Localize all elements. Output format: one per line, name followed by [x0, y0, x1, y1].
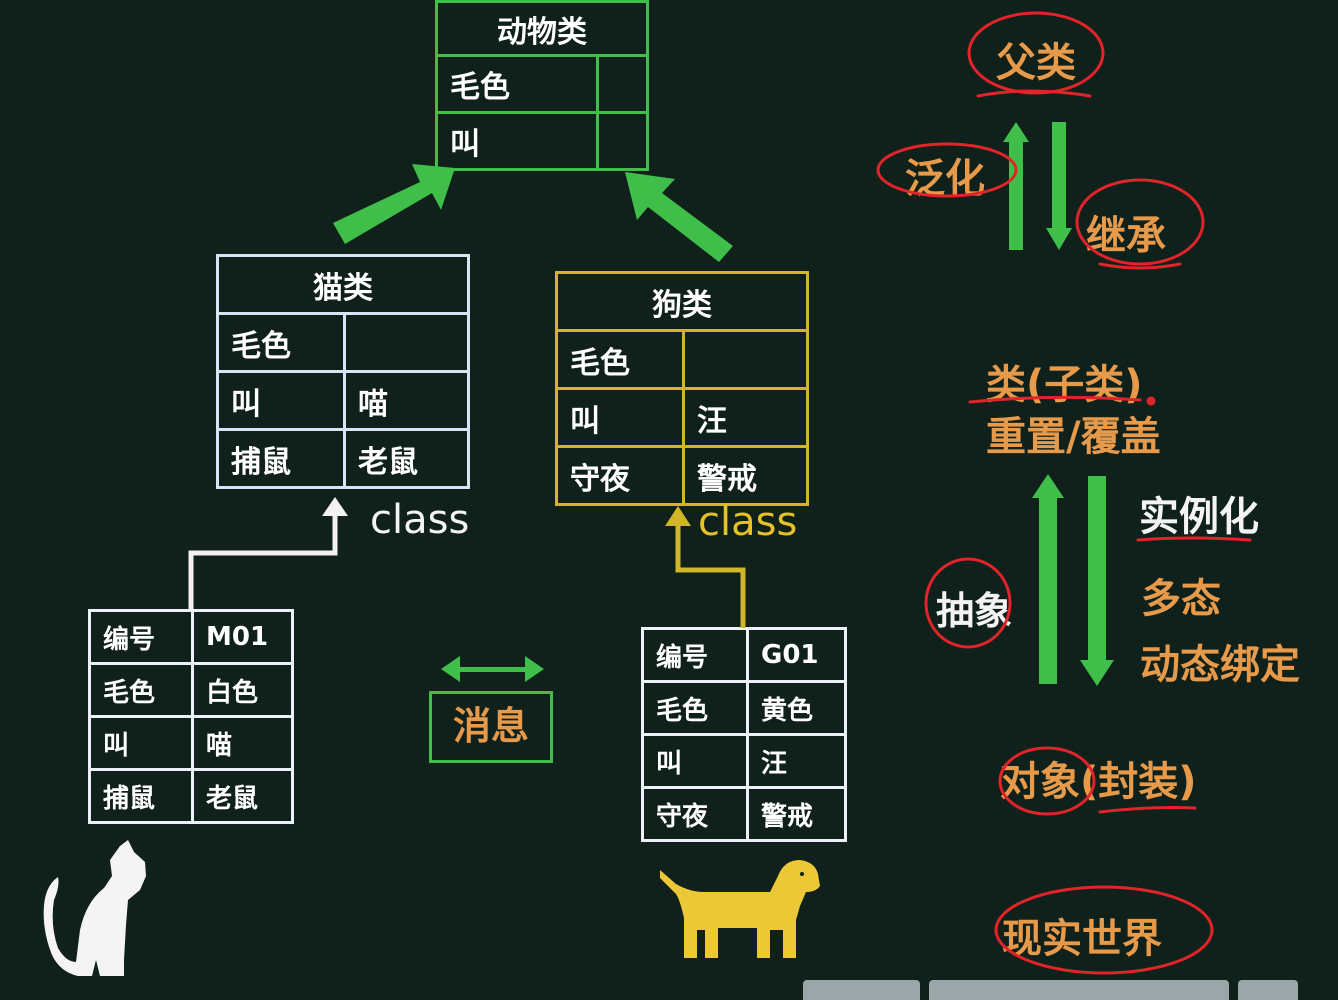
cat-attr-value: [343, 312, 470, 373]
toolbar-segment-1[interactable]: [803, 980, 920, 1000]
dog-object-key: 守夜: [641, 786, 749, 842]
cat-silhouette-icon: [43, 840, 146, 976]
toolbar-segment-3[interactable]: [1238, 980, 1298, 1000]
inherit-arrow-left: [333, 164, 455, 244]
cat-object-key: 编号: [88, 609, 194, 665]
generalize-label: 泛化: [905, 156, 985, 202]
real-world-label: 现实世界: [1002, 916, 1162, 962]
dog-attr-value: 汪: [682, 387, 809, 448]
cat-class-table: 猫类 毛色 叫 喵 捕鼠 老鼠: [216, 254, 470, 489]
animal-attr-name: 毛色: [435, 54, 599, 114]
dog-object-key: 叫: [641, 733, 749, 789]
dog-attr-value: [682, 329, 809, 390]
inherit-arrow-right: [625, 172, 733, 262]
instantiate-down-arrow: [1080, 476, 1114, 686]
cat-instance-connector: [188, 510, 338, 610]
abstract-label: 抽象: [936, 589, 1013, 633]
message-label: 消息: [452, 704, 529, 748]
dog-object-value: 警戒: [746, 786, 847, 842]
polymorphism-label: 多态: [1141, 576, 1221, 622]
cat-instance-arrowhead: [322, 497, 348, 516]
cat-object-key: 叫: [88, 715, 194, 771]
cat-object-value: M01: [191, 609, 294, 665]
dog-silhouette-icon: [660, 860, 820, 958]
instantiate-label: 实例化: [1139, 494, 1259, 540]
animal-class-title: 动物类: [435, 0, 649, 57]
dog-object-table: 编号 G01 毛色 黄色 叫 汪 守夜 警戒: [641, 627, 847, 842]
cat-object-key: 捕鼠: [88, 768, 194, 824]
dog-attr-name: 毛色: [555, 329, 685, 390]
dog-attr-value: 警戒: [682, 445, 809, 506]
dog-class-label: class: [698, 499, 798, 545]
abstract-up-arrow: [1032, 474, 1064, 684]
cat-attr-value: 老鼠: [343, 428, 470, 489]
dog-instance-arrowhead: [665, 506, 691, 526]
generalize-up-arrow: [1003, 122, 1029, 250]
diagram-canvas: 动物类 毛色 叫 猫类 毛色 叫 喵 捕鼠 老鼠 狗类 毛色 叫 汪 守夜 警戒…: [0, 0, 1338, 1000]
dog-object-key: 毛色: [641, 680, 749, 736]
dog-object-value: G01: [746, 627, 847, 683]
dog-attr-name: 守夜: [555, 445, 685, 506]
inherit-label: 继承: [1086, 213, 1166, 259]
parent-class-label: 父类: [996, 40, 1076, 86]
animal-class-table: 动物类 毛色 叫: [435, 0, 649, 171]
animal-attr-value: [596, 111, 649, 171]
dynamic-binding-label: 动态绑定: [1140, 642, 1300, 688]
subclass-label: 类(子类): [986, 362, 1143, 408]
cat-object-value: 白色: [191, 662, 294, 718]
object-encapsulation-label: 对象(封装): [1000, 759, 1197, 805]
cat-attr-name: 捕鼠: [216, 428, 346, 489]
dog-object-key: 编号: [641, 627, 749, 683]
cat-attr-name: 叫: [216, 370, 346, 431]
override-label: 重置/覆盖: [986, 414, 1161, 460]
dog-object-value: 黄色: [746, 680, 847, 736]
message-box: 消息: [429, 691, 553, 763]
cat-object-value: 老鼠: [191, 768, 294, 824]
cat-object-value: 喵: [191, 715, 294, 771]
cat-class-title: 猫类: [216, 254, 470, 315]
dog-attr-name: 叫: [555, 387, 685, 448]
animal-attr-value: [596, 54, 649, 114]
dog-class-table: 狗类 毛色 叫 汪 守夜 警戒: [555, 271, 809, 506]
animal-attr-name: 叫: [435, 111, 599, 171]
toolbar-segment-2[interactable]: [929, 980, 1229, 1000]
dog-object-value: 汪: [746, 733, 847, 789]
cat-attr-value: 喵: [343, 370, 470, 431]
cat-object-key: 毛色: [88, 662, 194, 718]
inherit-down-arrow: [1046, 122, 1072, 250]
cat-object-table: 编号 M01 毛色 白色 叫 喵 捕鼠 老鼠: [88, 609, 294, 824]
dog-class-title: 狗类: [555, 271, 809, 332]
message-double-arrow: [441, 656, 544, 682]
cat-class-label: class: [370, 497, 470, 543]
cat-attr-name: 毛色: [216, 312, 346, 373]
